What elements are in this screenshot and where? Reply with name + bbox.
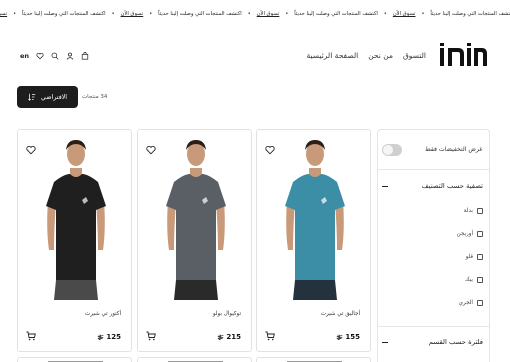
shop-now-link[interactable]: تسوق الآن (257, 11, 280, 17)
discount-filter: عرض التخفيضات فقط (425, 146, 483, 153)
divider (378, 326, 489, 327)
heart-icon[interactable] (36, 52, 44, 60)
collapse-icon[interactable] (382, 342, 388, 343)
riyal-icon (97, 334, 104, 340)
category-filter-title[interactable]: تصفية حسب التصنيف (422, 182, 483, 190)
product-count: 34 منتجات (82, 94, 108, 100)
sort-button[interactable]: الافتراضي (17, 86, 78, 108)
filter-option[interactable]: قلو (466, 254, 483, 260)
announcement-text: اكتشف المنتجات التي وصلت إلينا حديثاً (294, 11, 378, 17)
wishlist-heart-icon[interactable] (265, 145, 275, 155)
sort-label: الافتراضي (40, 93, 68, 101)
separator-dot: • (13, 11, 17, 17)
collapse-icon[interactable] (382, 186, 388, 187)
add-to-cart-icon[interactable] (26, 331, 36, 341)
product-name[interactable]: أكتور تي شيرت (85, 311, 121, 317)
product-card[interactable] (17, 357, 132, 362)
shop-now-link[interactable]: تسوق الآن (0, 11, 7, 17)
add-to-cart-icon[interactable] (265, 331, 275, 341)
nav-home[interactable]: الصفحة الرئيسية (306, 51, 358, 60)
sort-icon (28, 93, 36, 101)
filter-option-label: قلو (465, 254, 473, 260)
checkbox[interactable] (477, 208, 483, 214)
product-name[interactable]: أجاليق تي شيرت (321, 311, 360, 317)
announcement-bar: اكتشف المنتجات التي وصلت إلينا حديثاً • تس… (0, 0, 510, 30)
filter-option[interactable]: الجري (459, 300, 483, 306)
section-filter-title[interactable]: فلترة حسب القسم (429, 338, 483, 346)
product-name[interactable]: توكيوال بولو (213, 311, 241, 317)
product-image[interactable] (40, 130, 112, 300)
announcement-text: اكتشف المنتجات التي وصلت إلينا حديثاً (430, 11, 510, 17)
filter-panel: عرض التخفيضات فقط تصفية حسب التصنيف بدلة… (377, 129, 490, 362)
riyal-icon (336, 334, 343, 340)
product-card[interactable] (256, 357, 371, 362)
nav-shop[interactable]: التسوق (403, 51, 426, 60)
language-switch[interactable]: en (20, 52, 29, 60)
discount-label: عرض التخفيضات فقط (424, 146, 483, 153)
wishlist-heart-icon[interactable] (146, 145, 156, 155)
bag-icon[interactable] (81, 52, 89, 60)
separator-dot: • (149, 11, 153, 17)
separator-dot: • (111, 11, 115, 17)
model-shorts (174, 280, 218, 300)
model-shorts (293, 280, 337, 300)
product-card[interactable]: توكيوال بولو 215 (137, 129, 252, 352)
product-price: 155 (336, 333, 360, 341)
separator-dot: • (285, 11, 289, 17)
checkbox[interactable] (477, 231, 483, 237)
filter-option-label: بدلة (463, 208, 473, 214)
separator-dot: • (421, 11, 425, 17)
product-price: 215 (217, 333, 241, 341)
product-card[interactable]: أكتور تي شيرت 125 (17, 129, 132, 352)
filter-option[interactable]: بيك (465, 277, 483, 283)
user-icon[interactable] (66, 52, 74, 60)
discount-toggle[interactable] (382, 144, 402, 156)
riyal-icon (217, 334, 224, 340)
nav-about[interactable]: من نحن (368, 51, 393, 60)
filter-option[interactable]: بدلة (464, 208, 483, 214)
price-value: 215 (226, 333, 241, 341)
filter-option-label: الجري (458, 300, 473, 306)
add-to-cart-icon[interactable] (146, 331, 156, 341)
product-image[interactable] (160, 130, 232, 300)
filter-option-label: أوريجن (456, 231, 473, 237)
price-value: 125 (106, 333, 121, 341)
checkbox[interactable] (477, 254, 483, 260)
checkbox[interactable] (477, 300, 483, 306)
product-price: 125 (97, 333, 121, 341)
wishlist-heart-icon[interactable] (26, 145, 36, 155)
main-nav: الصفحة الرئيسية من نحن التسوق (306, 51, 426, 60)
model-shorts (54, 280, 98, 300)
separator-dot: • (383, 11, 387, 17)
shop-now-link[interactable]: تسوق الآن (121, 11, 144, 17)
header-actions: en (20, 52, 89, 60)
price-value: 155 (345, 333, 360, 341)
divider (378, 169, 489, 170)
filter-option[interactable]: أوريجن (457, 231, 483, 237)
brand-logo[interactable] (438, 42, 488, 70)
shop-now-link[interactable]: تسوق الآن (393, 11, 416, 17)
product-image[interactable] (279, 130, 351, 300)
product-card[interactable]: أجاليق تي شيرت 155 (256, 129, 371, 352)
announcement-text: اكتشف المنتجات التي وصلت إلينا حديثاً (22, 11, 106, 17)
announcement-text: اكتشف المنتجات التي وصلت إلينا حديثاً (158, 11, 242, 17)
separator-dot: • (247, 11, 251, 17)
checkbox[interactable] (477, 277, 483, 283)
toggle-knob (383, 145, 393, 155)
search-icon[interactable] (51, 52, 59, 60)
filter-option-label: بيك (465, 277, 473, 283)
product-card[interactable] (137, 357, 252, 362)
announcement-track: اكتشف المنتجات التي وصلت إلينا حديثاً • تس… (0, 11, 510, 17)
